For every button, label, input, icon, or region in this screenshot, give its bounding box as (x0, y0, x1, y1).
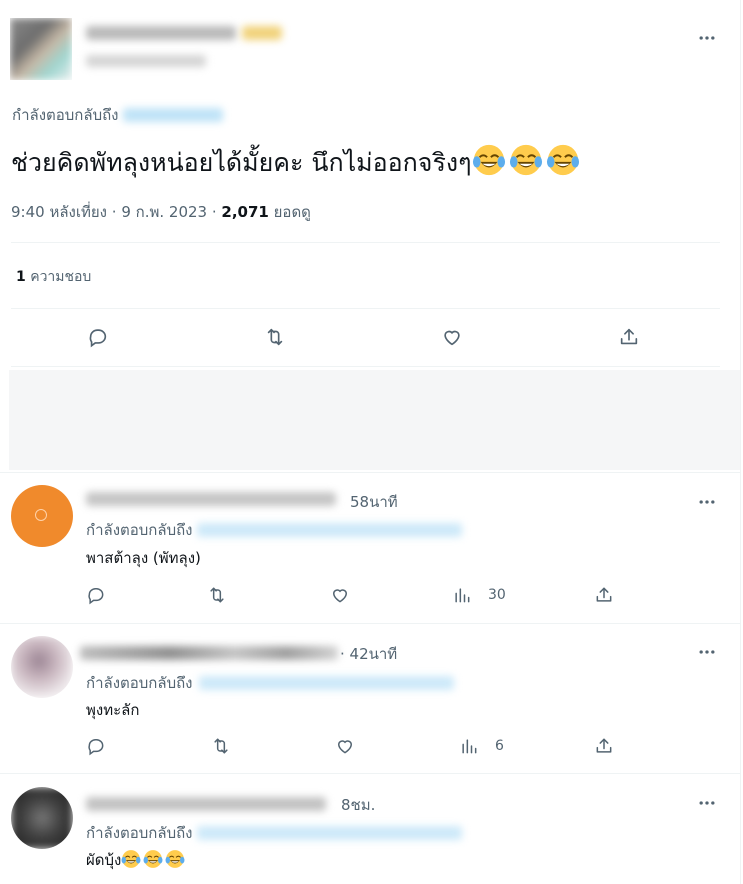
reply-replying-to: กำลังตอบกลับถึง (86, 518, 462, 542)
share-icon[interactable] (594, 585, 614, 605)
reply-replying-to: กำลังตอบกลับถึง (86, 671, 454, 695)
more-horizontal-icon (697, 793, 717, 813)
likes-label: ความชอบ (30, 269, 92, 285)
views-button[interactable]: 30 (452, 585, 506, 605)
retweet-button[interactable] (264, 326, 286, 348)
tweet-date[interactable]: 9 ก.พ. 2023 (121, 203, 207, 221)
divider (0, 773, 740, 774)
likes-summary[interactable]: 1 ความชอบ (16, 266, 91, 288)
analytics-icon (452, 585, 472, 605)
reply-more-button[interactable] (695, 791, 719, 815)
share-icon[interactable] (594, 736, 614, 756)
tweet-meta: 9:40 หลังเที่ยง · 9 ก.พ. 2023 · 2,071 ยอ… (11, 200, 311, 224)
reply-time[interactable]: · 42นาที (340, 642, 397, 666)
reply-avatar[interactable] (11, 636, 73, 698)
column-border (740, 0, 741, 884)
replying-to-mention[interactable] (198, 676, 454, 690)
heart-icon[interactable] (335, 736, 355, 756)
retweet-icon[interactable] (207, 585, 227, 605)
replying-to-label: กำลังตอบกลับถึง (86, 824, 193, 842)
more-horizontal-icon (697, 492, 717, 512)
tweet-text-content: ช่วยคิดพัทลุงหน่อยได้มั้ยคะ นึกไม่ออกจริ… (11, 148, 472, 177)
views-count: 30 (488, 587, 506, 603)
replying-to-mention[interactable] (196, 826, 462, 840)
reply-icon[interactable] (86, 585, 106, 605)
divider (0, 623, 740, 624)
tears-of-joy-emoji (546, 143, 580, 177)
reply-avatar[interactable] (11, 485, 73, 547)
share-icon (618, 326, 640, 348)
reply-more-button[interactable] (695, 490, 719, 514)
more-options-button[interactable] (695, 26, 719, 50)
divider (11, 308, 720, 309)
meta-separator: · (111, 203, 122, 221)
replying-to-mention[interactable] (196, 523, 462, 537)
divider (11, 242, 720, 243)
tears-of-joy-emoji (165, 849, 185, 869)
author-handle[interactable] (86, 55, 206, 67)
retweet-icon (264, 326, 286, 348)
heart-icon[interactable] (330, 585, 350, 605)
more-horizontal-icon (697, 28, 717, 48)
divider (0, 472, 740, 473)
views-button[interactable]: 6 (459, 736, 504, 756)
reply-author-name[interactable] (86, 492, 336, 506)
reply-text-line: ผัดบุ้ง (86, 848, 187, 872)
divider (11, 366, 720, 367)
views-count: 2,071 (221, 203, 269, 221)
replying-to-label: กำลังตอบกลับถึง (86, 521, 193, 539)
heart-icon (441, 326, 463, 348)
author-display-name[interactable] (86, 26, 236, 40)
verified-badge (242, 26, 282, 40)
tweet-text: ช่วยคิดพัทลุงหน่อยได้มั้ยคะ นึกไม่ออกจริ… (11, 143, 583, 181)
views-count: 6 (495, 738, 504, 754)
reply-more-button[interactable] (695, 640, 719, 664)
replying-to-label: กำลังตอบกลับถึง (12, 106, 119, 124)
reply-text: พาสต้าลุง (พัทลุง) (86, 549, 201, 567)
reply-author-name[interactable] (86, 797, 326, 811)
reply-text: ผัดบุ้ง (86, 851, 122, 869)
tears-of-joy-emoji (509, 143, 543, 177)
reply-author-name[interactable] (80, 646, 338, 660)
replying-to-line: กำลังตอบกลับถึง (12, 103, 223, 127)
reply-icon[interactable] (86, 736, 106, 756)
analytics-icon (459, 736, 479, 756)
meta-separator: · (211, 203, 222, 221)
reply-replying-to: กำลังตอบกลับถึง (86, 821, 462, 845)
reply-composer-area[interactable] (9, 370, 740, 470)
like-button[interactable] (441, 326, 463, 348)
replying-to-label: กำลังตอบกลับถึง (86, 674, 193, 692)
reply-avatar[interactable] (11, 787, 73, 849)
views-label: ยอดดู (273, 203, 311, 221)
main-tweet-avatar[interactable] (10, 18, 72, 80)
tears-of-joy-emoji (143, 849, 163, 869)
replying-to-mention[interactable] (122, 108, 223, 122)
reply-icon (87, 326, 109, 348)
tears-of-joy-emoji (121, 849, 141, 869)
reply-button[interactable] (87, 326, 109, 348)
retweet-icon[interactable] (211, 736, 231, 756)
reply-text: พุงทะลัก (86, 701, 140, 719)
share-button[interactable] (618, 326, 640, 348)
likes-count: 1 (16, 269, 26, 285)
tweet-time[interactable]: 9:40 หลังเที่ยง (11, 203, 107, 221)
reply-time[interactable]: 8ชม. (341, 793, 375, 817)
more-horizontal-icon (697, 642, 717, 662)
reply-time[interactable]: 58นาที (350, 490, 398, 514)
tears-of-joy-emoji (472, 143, 506, 177)
